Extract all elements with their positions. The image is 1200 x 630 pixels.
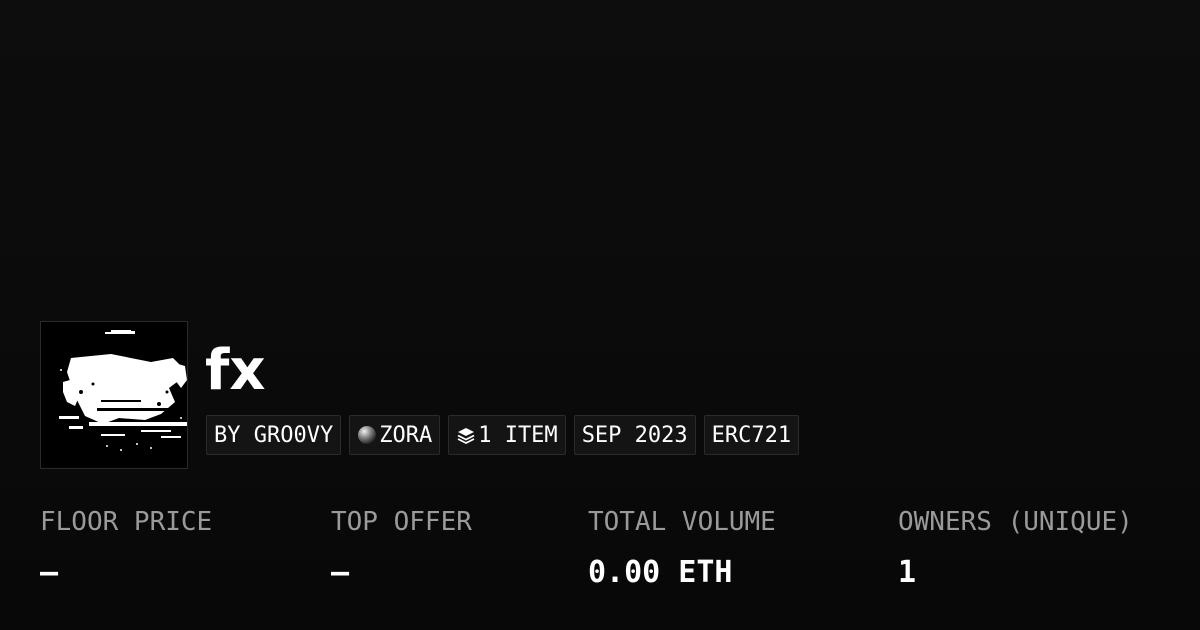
layers-icon <box>456 425 476 445</box>
collection-tags: BY GRO0VY ZORA 1 ITEM SEP 2023 ERC721 <box>206 415 800 455</box>
total-volume-label: TOTAL VOLUME <box>588 507 776 537</box>
collection-title: fx <box>205 338 266 403</box>
standard-tag-label: ERC721 <box>711 422 792 448</box>
floor-price-label: FLOOR PRICE <box>40 507 213 537</box>
date-tag-label: SEP 2023 <box>581 422 688 448</box>
top-offer-stat: TOP OFFER — <box>331 505 472 591</box>
top-offer-label: TOP OFFER <box>331 507 472 537</box>
floor-price-value: — <box>40 555 59 590</box>
date-tag: SEP 2023 <box>573 415 696 455</box>
owners-value: 1 <box>898 555 917 590</box>
owners-stat: OWNERS (UNIQUE) 1 <box>898 505 1133 591</box>
owners-label: OWNERS (UNIQUE) <box>898 507 1133 537</box>
creator-tag[interactable]: BY GRO0VY <box>206 415 342 455</box>
collection-thumbnail <box>40 321 188 469</box>
standard-tag: ERC721 <box>703 415 800 455</box>
total-volume-value: 0.00 ETH <box>588 555 733 590</box>
zora-orb-icon <box>357 425 377 445</box>
chain-tag-label: ZORA <box>379 422 433 448</box>
floor-price-stat: FLOOR PRICE — <box>40 505 212 591</box>
items-tag[interactable]: 1 ITEM <box>448 415 566 455</box>
creator-tag-label: BY GRO0VY <box>214 422 334 448</box>
items-tag-label: 1 ITEM <box>478 422 558 448</box>
top-offer-value: — <box>331 555 350 590</box>
chain-tag[interactable]: ZORA <box>349 415 441 455</box>
collection-artwork-icon <box>41 322 187 468</box>
total-volume-stat: TOTAL VOLUME 0.00 ETH <box>588 505 776 591</box>
